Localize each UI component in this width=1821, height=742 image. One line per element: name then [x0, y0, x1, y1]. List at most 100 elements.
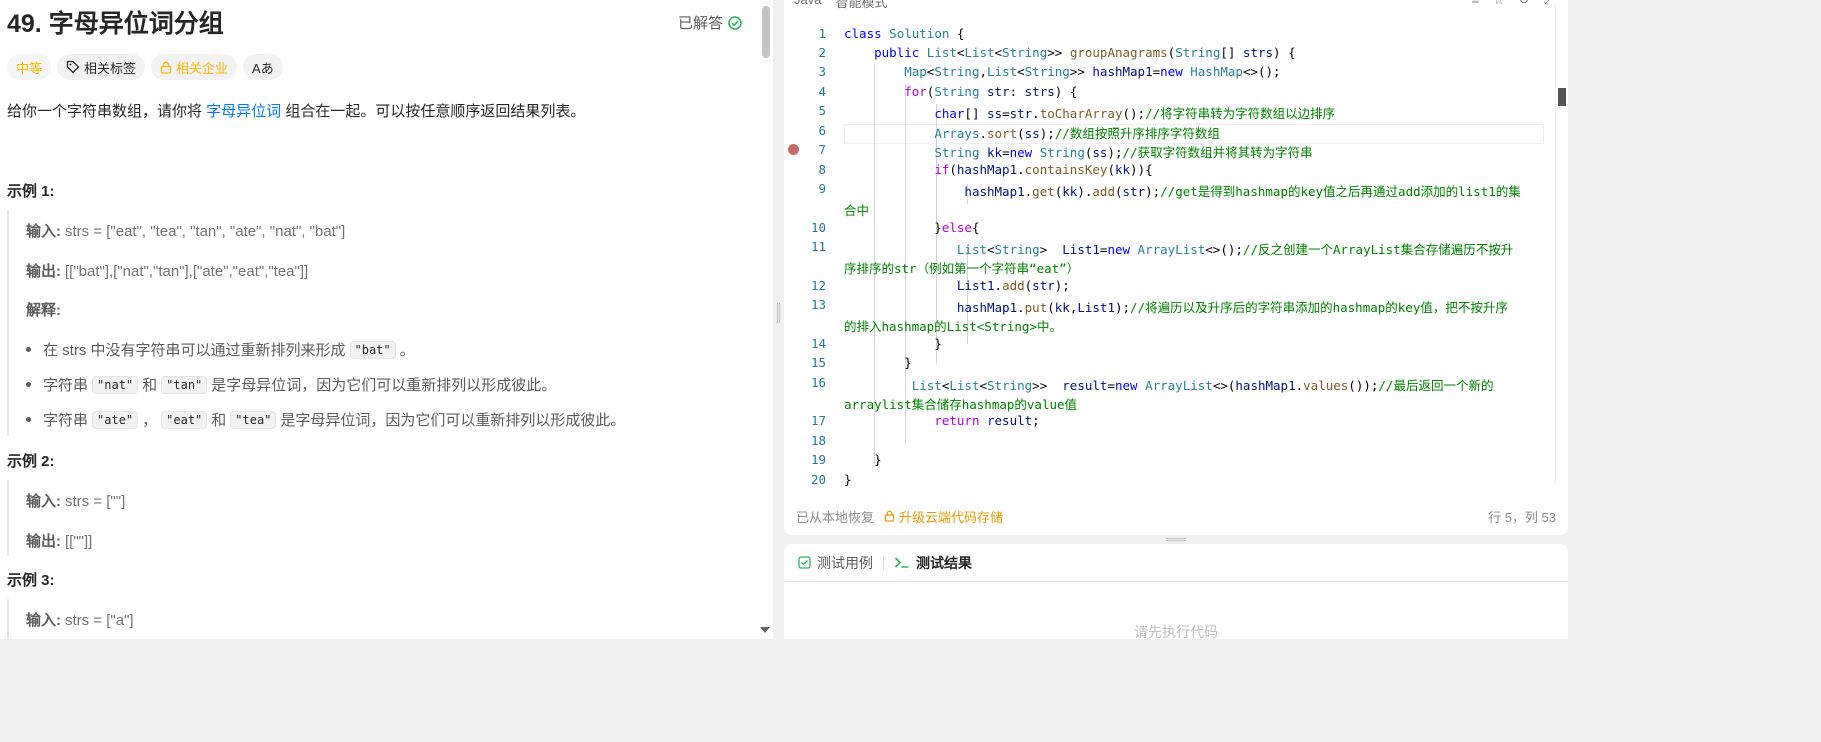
code-line: 的排入hashmap的List<String>中。: [844, 319, 1062, 334]
example-3-block: [7, 599, 26, 639]
terminal-icon: [894, 557, 909, 568]
code-line: }: [844, 355, 912, 370]
translate-icon: Aあ: [252, 60, 274, 76]
editor-status-bar: 已从本地恢复 升级云端代码存储 行 5，列 53: [784, 497, 1568, 535]
line-number: 2: [818, 45, 826, 60]
code-line: Map<String,List<String>> hashMap1=new Ha…: [904, 64, 1281, 79]
code-line: for(String str: strs) {: [904, 84, 1078, 99]
splitter-grip[interactable]: [777, 303, 780, 323]
explanation-bullet-1: 在 strs 中没有字符串可以通过重新排列来形成 "bat"。: [26, 339, 415, 360]
solved-label: 已解答: [678, 15, 724, 32]
example-1-output: 输出: [["bat"],["nat","tan"],["ate","eat","…: [26, 263, 309, 280]
language-select[interactable]: Java: [794, 0, 821, 11]
scroll-down-arrow-icon[interactable]: [760, 627, 770, 633]
code-line: class Solution {: [844, 26, 965, 41]
example-1-explanation-label: 解释:: [26, 302, 61, 319]
code-line: }: [844, 452, 882, 467]
code-line: }: [844, 336, 942, 351]
code-line: if(hashMap1.containsKey(kk)){: [934, 162, 1153, 177]
line-number: 8: [818, 162, 826, 177]
editor-actions: ≡ ☆ ↺ ⤢: [1471, 0, 1554, 8]
line-number: 18: [810, 433, 826, 448]
related-tags-button[interactable]: 相关标签: [57, 54, 146, 80]
line-number: 11: [810, 239, 826, 254]
upgrade-storage-link[interactable]: 升级云端代码存储: [884, 507, 1003, 526]
example-1-input: 输入: strs = ["eat", "tea", "tan", "ate", "…: [26, 223, 346, 240]
line-number: 5: [818, 103, 826, 118]
tab-test-cases[interactable]: 测试用例: [798, 553, 873, 573]
restore-status: 已从本地恢复: [796, 509, 875, 525]
anagram-link[interactable]: 字母异位词: [206, 103, 281, 120]
line-number: 7: [818, 142, 826, 157]
test-tabs: 测试用例 测试结果: [784, 544, 1568, 582]
problem-title: 49. 字母异位词分组: [7, 10, 224, 38]
code-line: List<List<String>> result=new ArrayList<…: [911, 378, 1494, 393]
reset-icon[interactable]: ↺: [1519, 0, 1530, 8]
example-3-heading: 示例 3:: [7, 572, 55, 589]
line-number: 14: [810, 336, 826, 351]
code-line: 序排序的str（例如第一个字符串“eat”）: [844, 261, 1080, 276]
line-number: 10: [810, 220, 826, 235]
line-number: 6: [818, 123, 826, 138]
difficulty-badge[interactable]: 中等: [7, 54, 52, 80]
code-line: char[] ss=str.toCharArray();//将字符串转为字符数组…: [934, 106, 1336, 121]
code-line: arraylist集合储存hashmap的value值: [844, 397, 1078, 412]
editor-scroll-thumb[interactable]: [1558, 88, 1566, 106]
format-icon[interactable]: ≡: [1471, 0, 1479, 8]
lock-icon: [160, 61, 172, 74]
cursor-position: 行 5，列 53: [1488, 509, 1556, 525]
bookmark-icon[interactable]: ☆: [1493, 0, 1505, 8]
code-line: List<String> List1=new ArrayList<>();//反…: [956, 242, 1514, 257]
example-2-input: 输入: strs = [""]: [26, 493, 126, 510]
tab-test-results[interactable]: 测试结果: [894, 553, 972, 573]
line-number: 4: [818, 84, 826, 99]
example-1-block: [7, 210, 26, 436]
line-number: 16: [810, 375, 826, 390]
expand-icon[interactable]: ⤢: [1544, 0, 1554, 8]
code-line: hashMap1.get(kk).add(str);//get是得到hashma…: [964, 184, 1521, 199]
code-line: 合中: [844, 203, 870, 218]
example-1-heading: 示例 1:: [7, 183, 55, 200]
related-companies-button[interactable]: 相关企业: [151, 54, 238, 80]
problem-tags: 中等 相关标签 相关企业 Aあ: [7, 54, 283, 80]
example-3-input: 输入: strs = ["a"]: [26, 612, 134, 629]
code-line: }: [844, 472, 852, 487]
line-number: 9: [818, 181, 826, 196]
checkbox-icon: [798, 556, 811, 569]
line-number: 20: [810, 472, 826, 487]
leetcode-workspace: 49. 字母异位词分组 已解答 中等 相关标签 相关企业 Aあ 给你一个字符串数…: [0, 0, 1568, 639]
example-2-heading: 示例 2:: [7, 453, 55, 470]
example-2-output: 输出: [[""]]: [26, 533, 93, 550]
test-panel: 测试用例 测试结果 请先执行代码: [784, 544, 1568, 639]
vertical-splitter[interactable]: [773, 0, 784, 639]
translate-button[interactable]: Aあ: [243, 54, 283, 80]
line-number: 17: [810, 413, 826, 428]
check-circle-icon: [728, 15, 742, 30]
description-scrollbar[interactable]: [762, 6, 770, 58]
code-line: public List<List<String>> groupAnagrams(…: [874, 45, 1296, 60]
explanation-bullet-2: 字符串 "nat" 和 "tan" 是字母异位词，因为它们可以重新排列以形成彼此…: [26, 374, 556, 395]
code-editor-panel: Java 智能模式 ≡ ☆ ↺ ⤢ 1 2 3 4 5 6 7 8 9 10: [784, 0, 1568, 535]
code-line: String kk=new String(ss);//获取字符数组并将其转为字符…: [934, 145, 1313, 160]
explanation-bullet-3: 字符串 "ate" ， "eat" 和 "tea" 是字母异位词，因为它们可以重新…: [26, 409, 625, 430]
line-number: 19: [810, 452, 826, 467]
line-number: 12: [810, 278, 826, 293]
editor-toolbar: Java 智能模式: [794, 0, 887, 11]
tag-icon: [66, 60, 80, 74]
line-number: 3: [818, 64, 826, 79]
code-line: Arrays.sort(ss);//数组按照升序排序字符数组: [934, 126, 1220, 141]
line-number: 1: [818, 26, 826, 41]
example-2-block: [7, 480, 26, 556]
lock-icon: [884, 510, 895, 522]
line-number: 13: [810, 297, 826, 312]
splitter-grip[interactable]: [1166, 538, 1186, 541]
horizontal-splitter[interactable]: [784, 535, 1568, 544]
editor-scrollbar[interactable]: [1555, 4, 1567, 484]
code-line: List1.add(str);: [956, 278, 1070, 293]
line-number: 15: [810, 355, 826, 370]
mode-select[interactable]: 智能模式: [835, 0, 887, 11]
run-code-hint: 请先执行代码: [1134, 624, 1218, 639]
code-line: return result;: [934, 413, 1040, 428]
solved-status: 已解答: [678, 12, 742, 33]
code-line: }else{: [844, 220, 980, 235]
